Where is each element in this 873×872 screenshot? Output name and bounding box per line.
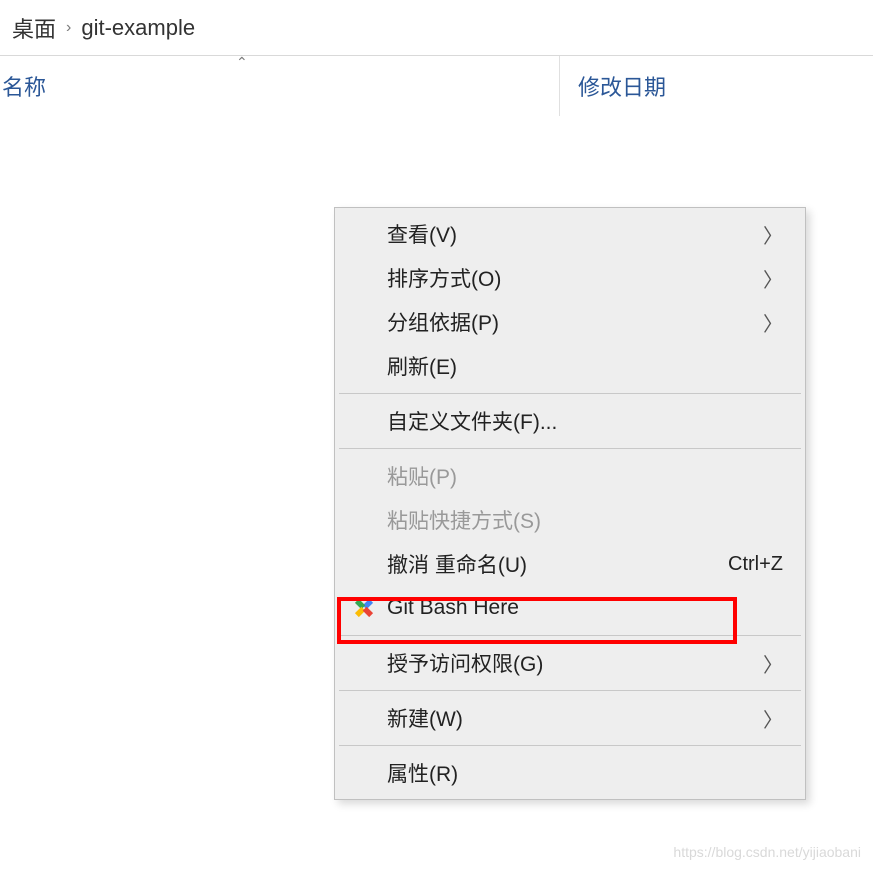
- menu-separator: [339, 690, 801, 691]
- column-header-name[interactable]: 名称: [0, 56, 560, 116]
- menu-item-label: 撤消 重命名(U): [387, 549, 728, 579]
- menu-item-sort[interactable]: 排序方式(O) 〉: [337, 256, 803, 300]
- menu-item-shortcut: Ctrl+Z: [728, 553, 783, 576]
- menu-item-customize[interactable]: 自定义文件夹(F)...: [337, 399, 803, 443]
- menu-separator: [339, 448, 801, 449]
- menu-item-label: 排序方式(O): [387, 263, 763, 293]
- context-menu: 查看(V) 〉 排序方式(O) 〉 分组依据(P) 〉 刷新(E) 自定义文件夹…: [334, 207, 806, 800]
- menu-item-label: 粘贴快捷方式(S): [387, 505, 783, 535]
- chevron-right-icon: 〉: [763, 220, 783, 249]
- menu-item-label: 粘贴(P): [387, 461, 783, 491]
- breadcrumb-item[interactable]: 桌面: [12, 12, 56, 44]
- menu-item-paste: 粘贴(P): [337, 454, 803, 498]
- menu-item-label: 新建(W): [387, 703, 763, 733]
- chevron-right-icon: 〉: [763, 264, 783, 293]
- menu-item-new[interactable]: 新建(W) 〉: [337, 696, 803, 740]
- chevron-right-icon: ›: [66, 19, 71, 37]
- menu-item-label: 授予访问权限(G): [387, 648, 763, 678]
- menu-separator: [339, 393, 801, 394]
- column-label: 名称: [2, 70, 46, 102]
- menu-item-label: 刷新(E): [387, 351, 783, 381]
- menu-separator: [339, 745, 801, 746]
- breadcrumb-item[interactable]: git-example: [81, 15, 195, 41]
- menu-item-label: Git Bash Here: [387, 596, 783, 620]
- menu-item-undo-rename[interactable]: 撤消 重命名(U) Ctrl+Z: [337, 542, 803, 586]
- menu-item-git-bash[interactable]: Git Bash Here: [337, 586, 803, 630]
- menu-item-properties[interactable]: 属性(R): [337, 751, 803, 795]
- menu-item-group[interactable]: 分组依据(P) 〉: [337, 300, 803, 344]
- column-label: 修改日期: [578, 70, 666, 102]
- menu-item-label: 分组依据(P): [387, 307, 763, 337]
- menu-item-label: 自定义文件夹(F)...: [387, 406, 783, 436]
- git-icon: [353, 597, 375, 619]
- watermark: https://blog.csdn.net/yijiaobani: [673, 844, 861, 860]
- breadcrumb[interactable]: 桌面 › git-example: [0, 0, 873, 56]
- chevron-right-icon: 〉: [763, 649, 783, 678]
- chevron-right-icon: 〉: [763, 308, 783, 337]
- sort-caret-icon: ⌃: [236, 54, 248, 71]
- menu-separator: [339, 635, 801, 636]
- menu-item-view[interactable]: 查看(V) 〉: [337, 212, 803, 256]
- menu-item-label: 属性(R): [387, 758, 783, 788]
- column-header-modified[interactable]: 修改日期: [560, 56, 666, 116]
- menu-item-label: 查看(V): [387, 219, 763, 249]
- menu-item-grant-access[interactable]: 授予访问权限(G) 〉: [337, 641, 803, 685]
- column-headers: ⌃ 名称 修改日期: [0, 56, 873, 116]
- menu-item-refresh[interactable]: 刷新(E): [337, 344, 803, 388]
- chevron-right-icon: 〉: [763, 704, 783, 733]
- menu-item-paste-shortcut: 粘贴快捷方式(S): [337, 498, 803, 542]
